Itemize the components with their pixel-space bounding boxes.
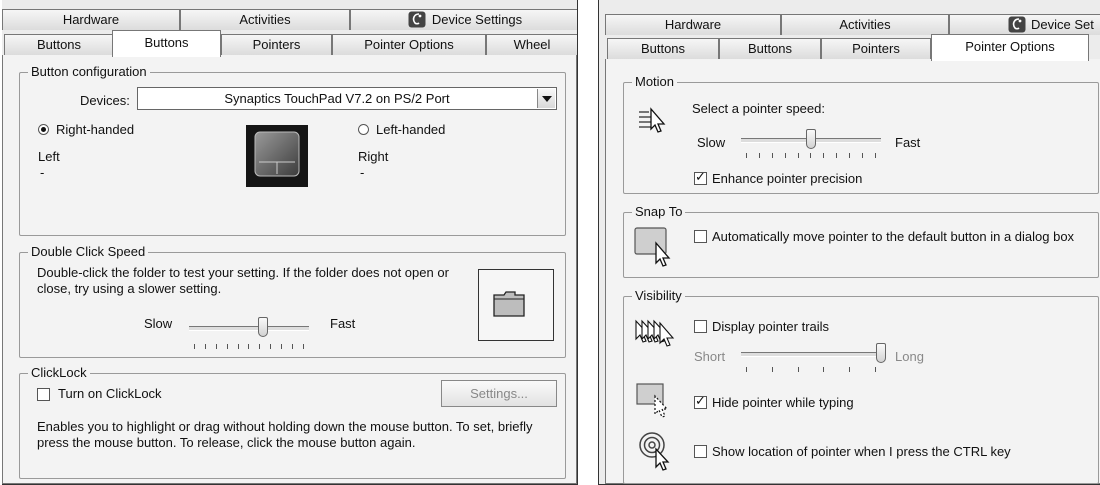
fast-label: Fast — [895, 135, 921, 150]
pointer-speed-slider-thumb[interactable] — [806, 129, 816, 149]
tab-pointer-options[interactable]: Pointer Options — [931, 34, 1089, 61]
double-click-speed-slider-track[interactable] — [189, 326, 309, 331]
tab-page: Button configuration Devices: Synaptics … — [2, 55, 577, 484]
device-settings-icon — [408, 11, 426, 28]
pointer-trails-slider-track[interactable] — [741, 352, 881, 357]
double-click-description: Double-click the folder to test your set… — [37, 265, 449, 296]
snap-to-checkbox[interactable] — [694, 230, 707, 243]
touchpad-icon — [246, 125, 308, 190]
tab-label: Pointers — [252, 37, 301, 52]
group-legend: Snap To — [632, 204, 686, 220]
group-legend: Button configuration — [28, 64, 150, 80]
group-legend: Double Click Speed — [28, 244, 149, 260]
tab-label: Buttons — [640, 41, 686, 56]
chevron-down-icon[interactable] — [537, 89, 555, 108]
slider-ticks — [194, 344, 304, 349]
tab-device-settings[interactable]: Device Settings — [350, 9, 577, 30]
enhance-precision-checkbox[interactable] — [694, 170, 707, 185]
motion-group: Motion Select a pointer speed: Slow Fast… — [623, 74, 1099, 194]
left-handed-label[interactable]: Left-handed — [376, 122, 445, 138]
group-legend: Motion — [632, 74, 678, 90]
long-label: Long — [895, 349, 924, 364]
slow-label: Slow — [144, 316, 173, 331]
test-folder-area[interactable] — [478, 269, 554, 341]
button-configuration-group: Button configuration Devices: Synaptics … — [19, 64, 566, 236]
mouse-properties-pointer-options-window: Hardware Activities Device Set Buttons B… — [598, 0, 1100, 485]
visibility-group: Visibility Display pointer trails Short … — [623, 288, 1099, 484]
right-handed-label[interactable]: Right-handed — [56, 122, 134, 138]
slow-label: Slow — [697, 135, 726, 150]
ctrl-locate-label[interactable]: Show location of pointer when I press th… — [712, 444, 1011, 460]
tab-buttons[interactable]: Buttons — [112, 30, 221, 57]
tab-label: Activities — [839, 17, 891, 32]
fast-label: Fast — [330, 316, 356, 331]
tab-label: Pointer Options — [965, 39, 1055, 54]
slider-ticks — [746, 367, 876, 372]
enhance-precision-label[interactable]: Enhance pointer precision — [712, 171, 862, 187]
group-legend: Visibility — [632, 288, 685, 304]
tab-label: Wheel — [513, 37, 551, 52]
snap-to-label[interactable]: Automatically move pointer to the defaul… — [712, 229, 1082, 245]
clicklock-checkbox[interactable] — [37, 388, 50, 401]
right-button-value: - — [360, 165, 365, 180]
devices-label: Devices: — [80, 93, 130, 108]
tab-label: Device Settings — [431, 12, 523, 27]
tab-activities[interactable]: Activities — [180, 9, 350, 30]
double-click-speed-group: Double Click Speed Double-click the fold… — [19, 244, 566, 358]
device-settings-icon — [1008, 16, 1026, 33]
left-button-label: Left — [38, 149, 60, 164]
tab-label: Hardware — [62, 12, 120, 27]
left-handed-radio[interactable] — [358, 124, 369, 135]
pointer-trails-icon — [634, 317, 678, 356]
tab-pointers[interactable]: Pointers — [221, 34, 332, 55]
hide-pointer-label[interactable]: Hide pointer while typing — [712, 395, 854, 411]
tab-wheel[interactable]: Wheel — [486, 34, 577, 55]
pointer-trails-label[interactable]: Display pointer trails — [712, 319, 829, 335]
ctrl-locate-icon — [638, 431, 674, 474]
hide-pointer-icon — [636, 383, 672, 422]
right-button-label: Right — [358, 149, 389, 164]
short-label: Short — [694, 349, 726, 364]
mouse-properties-buttons-window: Hardware Activities Device Settings Butt… — [2, 0, 578, 485]
tab-label: Activities — [239, 12, 291, 27]
pointer-speed-icon — [638, 107, 670, 138]
tab-label: Device Set — [1031, 17, 1094, 32]
clicklock-label[interactable]: Turn on ClickLock — [58, 386, 162, 402]
tab-buttons-synaptics[interactable]: Buttons — [4, 34, 114, 55]
tab-label: Buttons — [747, 41, 793, 56]
pointer-trails-checkbox[interactable] — [694, 320, 707, 333]
slider-ticks — [746, 153, 876, 158]
group-legend: ClickLock — [28, 365, 90, 381]
tab-label: Buttons — [36, 37, 82, 52]
tab-hardware[interactable]: Hardware — [2, 9, 180, 30]
ctrl-locate-checkbox[interactable] — [694, 445, 707, 458]
snap-to-icon — [634, 227, 676, 272]
hide-pointer-checkbox[interactable] — [694, 394, 707, 409]
tab-label: Pointer Options — [364, 37, 454, 52]
tab-label: Buttons — [144, 35, 189, 50]
folder-icon[interactable] — [493, 290, 525, 318]
pointer-trails-slider-thumb[interactable] — [876, 343, 886, 363]
clicklock-settings-button[interactable]: Settings... — [441, 380, 557, 407]
clicklock-group: ClickLock Turn on ClickLock Settings... … — [19, 365, 566, 479]
pointer-speed-prompt: Select a pointer speed: — [692, 101, 825, 116]
tab-label: Hardware — [664, 17, 722, 32]
tab-pointer-options[interactable]: Pointer Options — [332, 34, 486, 55]
tab-device-settings[interactable]: Device Set — [949, 14, 1100, 35]
left-button-value: - — [40, 165, 45, 180]
tab-buttons[interactable]: Buttons — [719, 38, 821, 59]
tab-buttons-synaptics[interactable]: Buttons — [607, 38, 719, 59]
devices-dropdown[interactable]: Synaptics TouchPad V7.2 on PS/2 Port — [137, 87, 557, 110]
right-handed-radio[interactable] — [38, 124, 49, 135]
double-click-speed-slider-thumb[interactable] — [258, 317, 269, 337]
tab-hardware[interactable]: Hardware — [605, 14, 781, 35]
snap-to-group: Snap To Automatically move pointer to th… — [623, 204, 1099, 278]
devices-dropdown-value: Synaptics TouchPad V7.2 on PS/2 Port — [224, 91, 450, 106]
tab-pointers[interactable]: Pointers — [821, 38, 931, 59]
tab-activities[interactable]: Activities — [781, 14, 949, 35]
tab-label: Pointers — [852, 41, 900, 56]
tab-page: Motion Select a pointer speed: Slow Fast… — [605, 59, 1100, 484]
clicklock-description: Enables you to highlight or drag without… — [37, 419, 533, 450]
